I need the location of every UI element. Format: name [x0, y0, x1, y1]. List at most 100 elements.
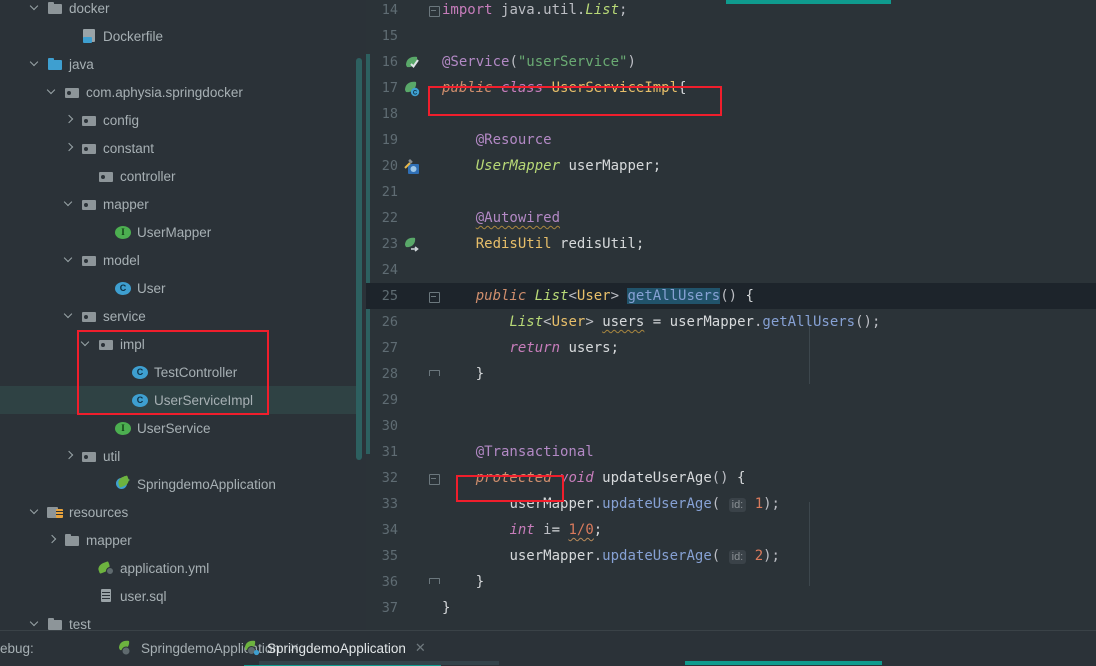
code-line[interactable]: 29	[366, 387, 1096, 413]
tree-item-springdemoapplication[interactable]: SpringdemoApplication	[0, 470, 356, 498]
tree-item-util[interactable]: util	[0, 442, 356, 470]
code-line[interactable]: 35 userMapper.updateUserAge( id: 2);	[366, 543, 1096, 569]
code-text: }	[442, 600, 451, 616]
code-line[interactable]: 25 public List<User> getAllUsers() {	[366, 283, 1096, 309]
ide-window: docker Dockerfile java com.aphysia.springdo…	[0, 0, 1096, 666]
project-tree-panel[interactable]: docker Dockerfile java com.aphysia.springdo…	[0, 0, 366, 630]
tree-item-label: com.aphysia.springdocker	[86, 84, 243, 100]
code-text: return users;	[509, 340, 620, 356]
chevron-down-icon[interactable]	[30, 619, 41, 630]
tree-item-mapper[interactable]: mapper	[0, 526, 356, 554]
code-line[interactable]: 24	[366, 257, 1096, 283]
bean-arrow-gutter-icon[interactable]	[404, 236, 420, 252]
fold-end-icon[interactable]	[429, 578, 440, 584]
chevron-down-icon[interactable]	[81, 339, 92, 350]
tree-item-testcontroller[interactable]: C TestController	[0, 358, 356, 386]
fold-start-icon[interactable]	[429, 292, 440, 303]
tool-bean-gutter-icon[interactable]	[404, 158, 420, 174]
spring-debug-icon	[244, 640, 260, 656]
chevron-down-icon[interactable]	[64, 199, 75, 210]
tree-item-label: docker	[69, 0, 110, 16]
code-line[interactable]: 27 return users;	[366, 335, 1096, 361]
fold-start-icon[interactable]	[429, 6, 440, 17]
code-line[interactable]: 22 @Autowired	[366, 205, 1096, 231]
tree-item-label: config	[103, 112, 140, 128]
code-line[interactable]: 17 Cpublic class UserServiceImpl{	[366, 75, 1096, 101]
chevron-down-icon[interactable]	[30, 3, 41, 14]
chevron-right-icon[interactable]	[64, 115, 75, 126]
status-segment-3	[499, 661, 685, 665]
code-line[interactable]: 15	[366, 23, 1096, 49]
chevron-right-icon[interactable]	[64, 143, 75, 154]
tree-item-user-sql[interactable]: user.sql	[0, 582, 356, 610]
chevron-right-icon[interactable]	[64, 451, 75, 462]
tree-item-user[interactable]: C User	[0, 274, 356, 302]
run-tab-2[interactable]: SpringdemoApplication ✕	[244, 631, 426, 665]
tree-item-label: impl	[120, 336, 145, 352]
code-line[interactable]: 16 @Service("userService")	[366, 49, 1096, 75]
code-line[interactable]: 34 int i= 1/0;	[366, 517, 1096, 543]
tree-item-docker[interactable]: docker	[0, 0, 356, 22]
code-text: UserMapper userMapper;	[475, 158, 662, 174]
close-icon[interactable]: ✕	[415, 640, 426, 656]
chevron-down-icon[interactable]	[64, 255, 75, 266]
chevron-down-icon[interactable]	[47, 87, 58, 98]
fold-end-icon[interactable]	[429, 370, 440, 376]
tree-item-label: TestController	[154, 364, 238, 380]
chevron-down-icon[interactable]	[30, 507, 41, 518]
code-line[interactable]: 37}	[366, 595, 1096, 621]
code-line[interactable]: 32 protected void updateUserAge() {	[366, 465, 1096, 491]
tree-item-userserviceimpl[interactable]: C UserServiceImpl	[0, 386, 356, 414]
tree-item-test[interactable]: test	[0, 610, 356, 630]
yml-icon	[98, 560, 114, 576]
code-line[interactable]: 28 }	[366, 361, 1096, 387]
chevron-down-icon[interactable]	[64, 311, 75, 322]
tree-item-label: UserMapper	[137, 224, 212, 240]
tree-item-model[interactable]: model	[0, 246, 356, 274]
project-tree-scrollbar[interactable]	[356, 58, 362, 460]
code-line[interactable]: 26 List<User> users = userMapper.getAllU…	[366, 309, 1096, 335]
code-text: userMapper.updateUserAge( id: 2);	[509, 548, 780, 564]
tree-item-config[interactable]: config	[0, 106, 356, 134]
code-line[interactable]: 31 @Transactional	[366, 439, 1096, 465]
folder-pkg-icon	[98, 168, 114, 184]
code-editor[interactable]: 14 import java.util.List; 15 16 @Service("us…	[366, 0, 1096, 630]
bottom-status-strip	[0, 661, 1096, 665]
tree-item-java[interactable]: java	[0, 50, 356, 78]
code-line[interactable]: 14 import java.util.List;	[366, 0, 1096, 23]
code-line[interactable]: 21	[366, 179, 1096, 205]
code-line[interactable]: 23 RedisUtil redisUtil;	[366, 231, 1096, 257]
tree-item-label: application.yml	[120, 560, 210, 576]
tree-item-controller[interactable]: controller	[0, 162, 356, 190]
tree-item-label: service	[103, 308, 146, 324]
code-line[interactable]: 18	[366, 101, 1096, 127]
code-line[interactable]: 36 }	[366, 569, 1096, 595]
spring-icon	[115, 476, 131, 492]
chevron-down-icon[interactable]	[30, 59, 41, 70]
fold-start-icon[interactable]	[429, 474, 440, 485]
docker-icon	[81, 28, 97, 44]
bean-check-gutter-icon[interactable]	[404, 54, 420, 70]
sql-icon	[98, 588, 114, 604]
tree-item-impl[interactable]: impl	[0, 330, 356, 358]
code-line[interactable]: 20 UserMapper userMapper;	[366, 153, 1096, 179]
chevron-right-icon[interactable]	[47, 535, 58, 546]
bean-impl-gutter-icon[interactable]: C	[404, 80, 420, 96]
tree-item-constant[interactable]: constant	[0, 134, 356, 162]
tree-item-resources[interactable]: resources	[0, 498, 356, 526]
tree-item-com-aphysia-springdocker[interactable]: com.aphysia.springdocker	[0, 78, 356, 106]
tree-item-usermapper[interactable]: I UserMapper	[0, 218, 356, 246]
tree-item-service[interactable]: service	[0, 302, 356, 330]
tree-item-application-yml[interactable]: application.yml	[0, 554, 356, 582]
tree-item-mapper[interactable]: mapper	[0, 190, 356, 218]
line-number: 24	[381, 262, 398, 278]
folder-pkg-icon	[81, 140, 97, 156]
code-line[interactable]: 30	[366, 413, 1096, 439]
code-line[interactable]: 19 @Resource	[366, 127, 1096, 153]
tree-item-userservice[interactable]: I UserService	[0, 414, 356, 442]
code-line[interactable]: 33 userMapper.updateUserAge( id: 1);	[366, 491, 1096, 517]
tree-item-dockerfile[interactable]: Dockerfile	[0, 22, 356, 50]
